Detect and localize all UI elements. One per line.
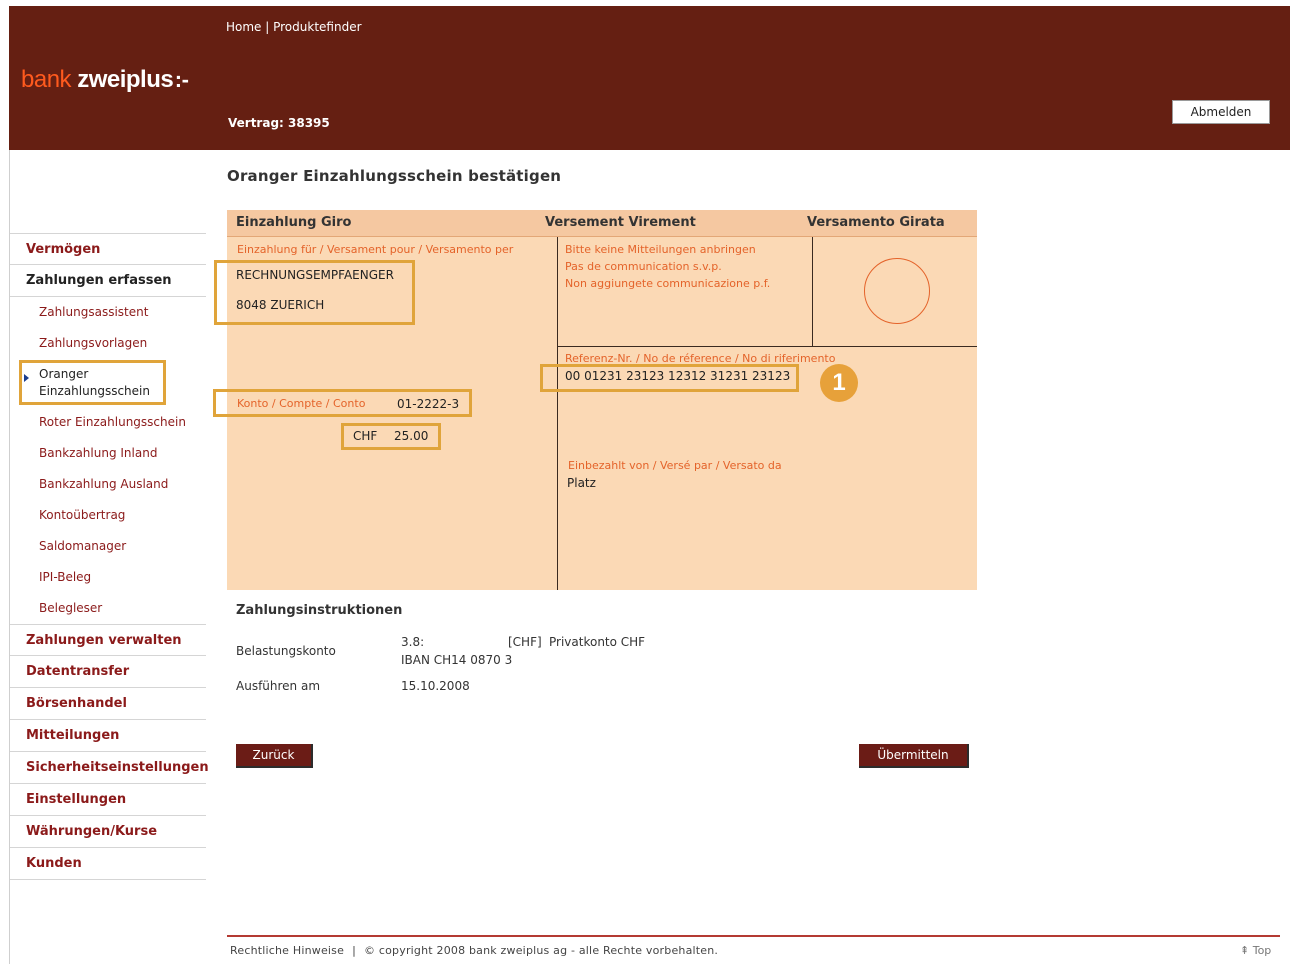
sidebar-subitem-roter-einzahlungsschein[interactable]: Roter Einzahlungsschein [10, 407, 206, 438]
sidebar-subitem-kontouebertrag[interactable]: Kontoübertrag [10, 500, 206, 531]
highlight-sidebar-active [19, 360, 166, 405]
sidebar-item-kunden[interactable]: Kunden [10, 848, 206, 880]
sidebar-nav: Vermögen Zahlungen erfassen Zahlungsassi… [10, 233, 209, 880]
sidebar-item-zahlungen-erfassen[interactable]: Zahlungen erfassen [10, 265, 206, 297]
step-badge-icon: 1 [820, 364, 858, 402]
debit-account-iban: IBAN CH14 0870 3 [401, 653, 513, 667]
contract-number: Vertrag: 38395 [228, 116, 330, 130]
debit-account-label: Belastungskonto [236, 644, 336, 658]
sidebar-item-waehrungen-kurse[interactable]: Währungen/Kurse [10, 816, 206, 848]
execute-date-value: 15.10.2008 [401, 679, 470, 693]
copyright-text: © copyright 2008 bank zweiplus ag - alle… [363, 944, 719, 957]
no-message-line-3: Non aggiungete communicazione p.f. [565, 277, 771, 290]
debit-account-name: Privatkonto CHF [549, 635, 646, 649]
highlight-recipient [214, 260, 415, 325]
logout-button[interactable]: Abmelden [1172, 100, 1270, 124]
sidebar-item-sicherheitseinstellungen[interactable]: Sicherheitseinstellungen [10, 752, 209, 784]
legal-notice-link[interactable]: Rechtliche Hinweise [230, 944, 344, 957]
sidebar-subitem-ipi-beleg[interactable]: IPI-Beleg [10, 562, 206, 593]
stamp-circle-icon [864, 258, 930, 324]
recipient-label: Einzahlung für / Versament pour / Versam… [237, 243, 514, 256]
sidebar-item-mitteilungen[interactable]: Mitteilungen [10, 720, 206, 752]
sidebar-item-vermoegen[interactable]: Vermögen [10, 233, 206, 265]
debit-account-currency: [CHF] [508, 635, 542, 649]
sidebar-subitem-bankzahlung-inland[interactable]: Bankzahlung Inland [10, 438, 206, 469]
back-button[interactable]: Zurück [236, 744, 313, 768]
footer: Rechtliche Hinweise | © copyright 2008 ban… [230, 944, 718, 957]
paid-by-value: Platz [567, 476, 596, 490]
produktefinder-link[interactable]: Produktefinder [273, 20, 361, 34]
bank-logo[interactable]: bank zweiplus :- [21, 66, 189, 94]
debit-account-number: 3.8: [401, 635, 425, 649]
no-message-line-2: Pas de communication s.v.p. [565, 260, 722, 273]
topnav-separator: | [261, 20, 274, 34]
highlight-amount [341, 423, 441, 450]
sidebar-subitem-bankzahlung-ausland[interactable]: Bankzahlung Ausland [10, 469, 206, 500]
highlight-account [213, 389, 472, 417]
sidebar-subitem-zahlungsvorlagen[interactable]: Zahlungsvorlagen [10, 328, 206, 359]
instructions-title: Zahlungsinstruktionen [236, 603, 403, 618]
home-link[interactable]: Home [226, 20, 261, 34]
header-bar: Home | Produktefinder bank zweiplus :- V… [9, 6, 1290, 150]
execute-date-label: Ausführen am [236, 679, 321, 693]
sidebar-item-zahlungen-verwalten[interactable]: Zahlungen verwalten [10, 624, 206, 656]
sidebar-item-einstellungen[interactable]: Einstellungen [10, 784, 206, 816]
paid-by-label: Einbezahlt von / Versé par / Versato da [568, 459, 782, 472]
logo-text-bank: bank [21, 66, 72, 93]
sidebar-item-boersenhandel[interactable]: Börsenhandel [10, 688, 206, 720]
logo-mark-icon: :- [174, 67, 189, 92]
highlight-reference [540, 364, 799, 392]
footer-separator: | [352, 944, 356, 957]
slip-divider-horizontal [557, 346, 977, 347]
sidebar-subitem-belegleser[interactable]: Belegleser [10, 593, 206, 624]
top-navigation: Home | Produktefinder [226, 20, 362, 34]
sidebar-subitem-zahlungsassistent[interactable]: Zahlungsassistent [10, 297, 206, 328]
slip-header-center: Versement Virement [545, 215, 696, 230]
submit-button[interactable]: Übermitteln [859, 744, 969, 768]
slip-divider-main [557, 237, 558, 590]
page-title: Oranger Einzahlungsschein bestätigen [227, 167, 562, 185]
slip-header-left: Einzahlung Giro [236, 215, 352, 230]
sidebar-subitem-saldomanager[interactable]: Saldomanager [10, 531, 206, 562]
logo-text-zweiplus: zweiplus [71, 66, 174, 93]
footer-divider [227, 935, 1280, 937]
back-to-top-link[interactable]: ⇞ Top [1240, 944, 1271, 957]
slip-divider-stamp [812, 237, 813, 347]
sidebar-item-datentransfer[interactable]: Datentransfer [10, 656, 206, 688]
slip-header-right: Versamento Girata [807, 215, 945, 230]
slip-header: Einzahlung Giro Versement Virement Versa… [227, 210, 977, 237]
no-message-line-1: Bitte keine Mitteilungen anbringen [565, 243, 756, 256]
